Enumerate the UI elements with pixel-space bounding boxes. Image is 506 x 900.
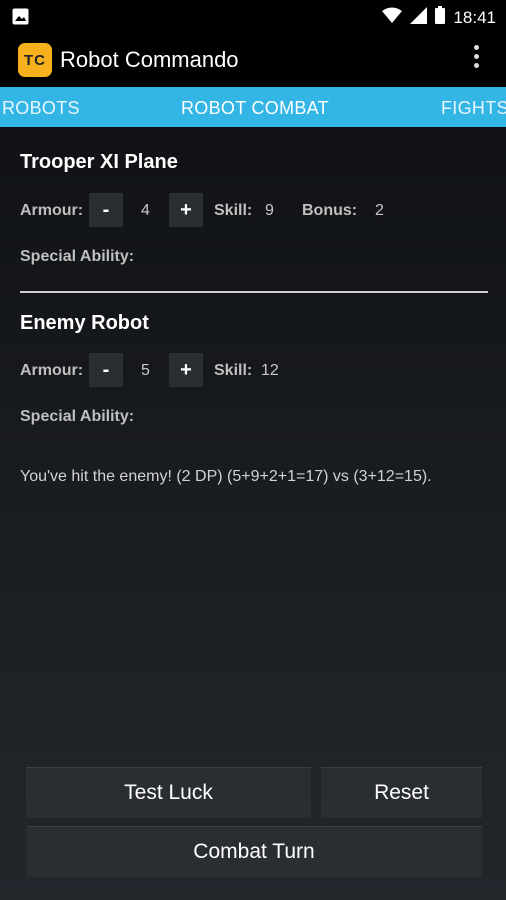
tab-bar: ROBOTS ROBOT COMBAT FIGHTS <box>0 87 506 127</box>
reset-button[interactable]: Reset <box>321 767 482 818</box>
enemy-armour-label: Armour: <box>20 362 84 379</box>
combat-panel: Trooper XI Plane Armour: - 4 + Skill: 9 … <box>0 127 506 900</box>
status-time: 18:41 <box>453 7 496 27</box>
wifi-icon <box>382 7 403 29</box>
player-bonus-label: Bonus: <box>302 202 358 219</box>
app-bar: TC Robot Commando <box>0 33 506 87</box>
battery-icon <box>435 6 446 29</box>
combat-turn-button[interactable]: Combat Turn <box>26 826 482 877</box>
enemy-special-ability-label: Special Ability: <box>20 408 135 425</box>
enemy-armour-plus-button[interactable]: + <box>169 353 203 387</box>
enemy-armour-minus-button[interactable]: - <box>89 353 123 387</box>
player-bonus-value: 2 <box>375 202 384 219</box>
enemy-robot-name: Enemy Robot <box>20 312 149 334</box>
signal-icon <box>410 6 428 29</box>
tab-fights[interactable]: FIGHTS <box>441 98 506 119</box>
status-bar: 18:41 <box>0 0 506 33</box>
combat-result-message: You've hit the enemy! (2 DP) (5+9+2+1=17… <box>20 468 432 485</box>
player-armour-minus-button[interactable]: - <box>89 193 123 227</box>
image-icon <box>12 8 29 30</box>
enemy-skill-label: Skill: <box>214 362 253 379</box>
player-skill-value: 9 <box>265 202 274 219</box>
player-robot-name: Trooper XI Plane <box>20 151 178 173</box>
player-armour-label: Armour: <box>20 202 84 219</box>
player-armour-value: 4 <box>141 202 150 219</box>
tab-robot-combat[interactable]: ROBOT COMBAT <box>181 98 329 119</box>
player-skill-label: Skill: <box>214 202 253 219</box>
app-title: Robot Commando <box>60 47 239 72</box>
app-logo: TC <box>18 43 52 77</box>
test-luck-button[interactable]: Test Luck <box>26 767 311 818</box>
player-special-ability-label: Special Ability: <box>20 248 135 265</box>
divider <box>20 291 488 293</box>
overflow-menu-icon[interactable] <box>470 45 482 75</box>
enemy-skill-value: 12 <box>261 362 279 379</box>
player-armour-plus-button[interactable]: + <box>169 193 203 227</box>
tab-robots[interactable]: ROBOTS <box>2 98 80 119</box>
enemy-armour-value: 5 <box>141 362 150 379</box>
